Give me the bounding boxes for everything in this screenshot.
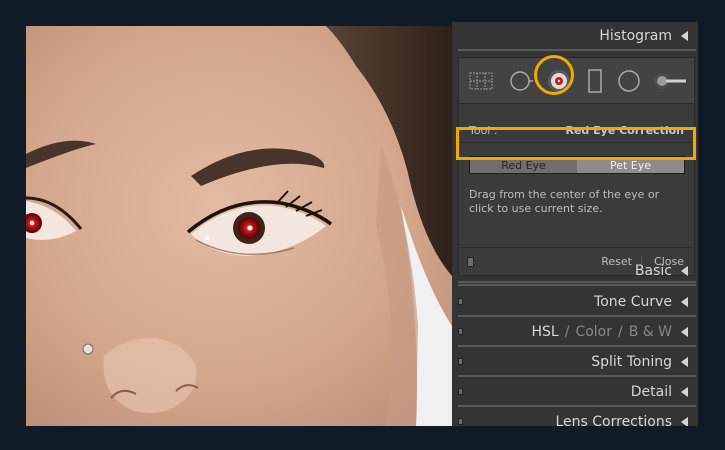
lens-corrections-header[interactable]: Lens Corrections — [458, 408, 698, 426]
divider — [458, 315, 696, 317]
tool-label: Tool : — [469, 124, 498, 137]
hsl-separator: / — [564, 323, 570, 340]
red-eye-mode-button[interactable]: Red Eye — [470, 157, 577, 173]
tone-curve-header[interactable]: Tone Curve — [458, 288, 698, 315]
collapse-triangle-icon — [681, 416, 688, 426]
tool-hint: Drag from the center of the eye or click… — [469, 188, 660, 215]
eye-mode-toggle: Red Eye Pet Eye — [469, 156, 685, 174]
graduated-filter-icon[interactable] — [583, 69, 607, 93]
tone-curve-label: Tone Curve — [594, 293, 672, 310]
detail-header[interactable]: Detail — [458, 378, 698, 405]
collapse-triangle-icon — [681, 386, 688, 397]
split-toning-header[interactable]: Split Toning — [458, 348, 698, 375]
tool-name: Red Eye Correction — [565, 124, 685, 137]
collapse-triangle-icon — [681, 326, 688, 337]
panel-switch[interactable] — [458, 328, 463, 335]
pet-eye-mode-button[interactable]: Pet Eye — [577, 157, 684, 173]
red-eye-icon[interactable] — [547, 69, 571, 93]
divider — [458, 405, 696, 407]
red-eye-tool-panel: Tool : Red Eye Correction Red Eye Pet Ey… — [458, 57, 695, 276]
split-toning-label: Split Toning — [591, 353, 672, 370]
grid-overlay-icon[interactable] — [469, 69, 493, 93]
hsl-label[interactable]: HSL — [532, 324, 559, 340]
detail-label: Detail — [630, 383, 672, 400]
collapse-triangle-icon — [681, 265, 688, 276]
panel-switch[interactable] — [458, 358, 463, 365]
color-label[interactable]: Color — [575, 324, 612, 340]
divider — [459, 142, 694, 143]
spot-removal-icon[interactable] — [509, 69, 533, 93]
divider — [458, 49, 696, 51]
radial-filter-icon[interactable] — [617, 69, 641, 93]
collapse-triangle-icon — [681, 30, 688, 41]
color-separator: / — [618, 323, 623, 340]
divider — [458, 375, 696, 377]
tool-strip — [459, 58, 694, 104]
panel-switch[interactable] — [458, 388, 463, 395]
collapse-triangle-icon — [681, 296, 688, 307]
adjustment-brush-icon[interactable] — [653, 69, 687, 93]
tool-row: Tool : Red Eye Correction — [469, 124, 684, 137]
develop-panel: Histogram Tool: Red Eye Correction Red … — [452, 22, 698, 426]
bw-label[interactable]: B & W — [629, 324, 672, 340]
lens-corrections-label: Lens Corrections — [555, 413, 672, 427]
basic-label: Basic — [634, 262, 672, 279]
panel-switch[interactable] — [458, 298, 463, 305]
hsl-header[interactable]: HSL / Color / B & W — [458, 318, 698, 345]
collapse-triangle-icon — [681, 356, 688, 367]
histogram-header[interactable]: Histogram — [458, 22, 698, 49]
panel-switch[interactable] — [458, 418, 463, 425]
divider — [458, 345, 696, 347]
basic-header[interactable]: Basic — [458, 257, 698, 284]
histogram-label: Histogram — [599, 27, 672, 44]
photo-canvas[interactable] — [26, 26, 452, 426]
divider — [458, 284, 696, 286]
